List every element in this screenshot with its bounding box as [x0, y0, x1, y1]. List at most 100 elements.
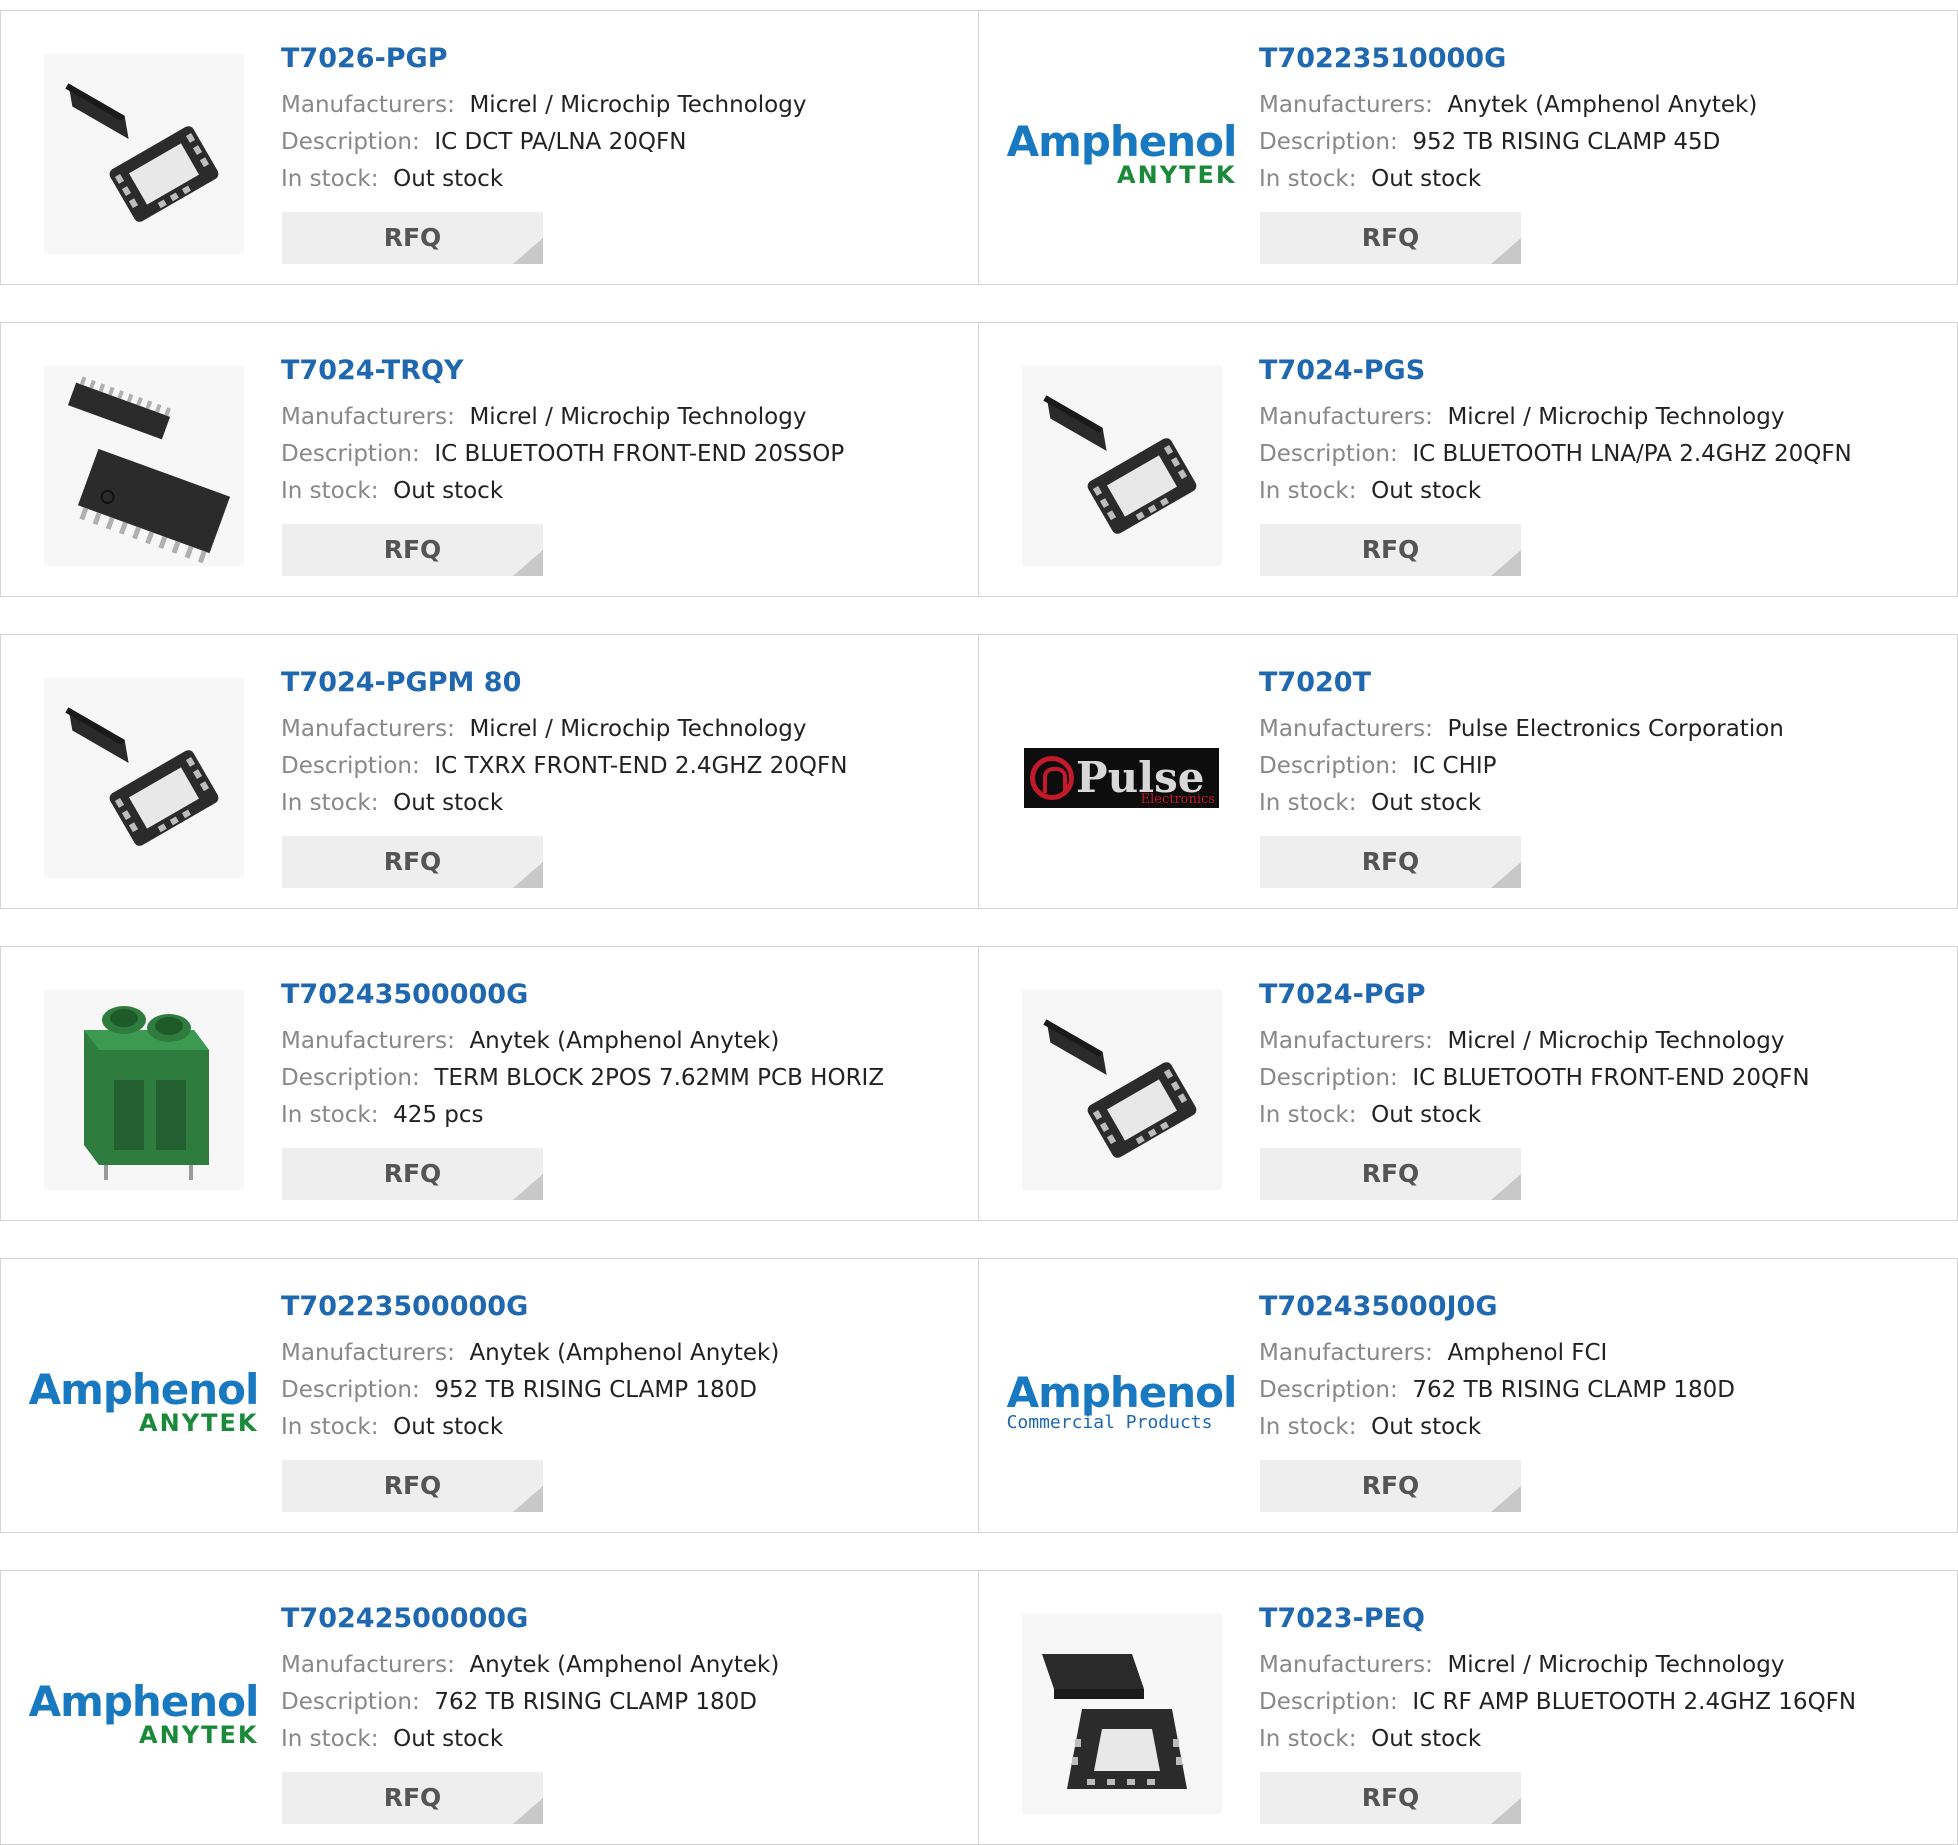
product-info: T70223500000G Manufacturers: Anytek (Amph…: [281, 1289, 958, 1446]
description-label: Description:: [1259, 441, 1398, 467]
stock-status-line: In stock: Out stock: [281, 473, 958, 510]
rfq-button[interactable]: RFQ: [1260, 1148, 1521, 1200]
rfq-button[interactable]: RFQ: [282, 836, 543, 888]
rfq-button[interactable]: RFQ: [282, 212, 543, 264]
qfn16-chip-image[interactable]: [1019, 1611, 1224, 1816]
rfq-button[interactable]: RFQ: [1260, 1460, 1521, 1512]
manufacturer-line: Manufacturers: Amphenol FCI: [1259, 1335, 1937, 1372]
part-number-link[interactable]: T70223510000G: [1259, 41, 1937, 77]
stock-status-label: In stock:: [1259, 478, 1357, 504]
amphenol-commercial-logo[interactable]: Amphenol Commercial Products: [1007, 1299, 1238, 1504]
description-line: Description: IC BLUETOOTH LNA/PA 2.4GHZ …: [1259, 436, 1937, 473]
description-line: Description: 952 TB RISING CLAMP 45D: [1259, 124, 1937, 161]
qfn-chip-image[interactable]: [1019, 363, 1224, 568]
rfq-button[interactable]: RFQ: [282, 1148, 543, 1200]
description-line: Description: IC CHIP: [1259, 748, 1937, 785]
description-value: TERM BLOCK 2POS 7.62MM PCB HORIZ: [434, 1065, 885, 1091]
description-value: IC CHIP: [1412, 753, 1497, 779]
ssop-chip-image[interactable]: [41, 363, 246, 568]
product-info: T7026-PGP Manufacturers: Micrel / Microch…: [281, 41, 958, 198]
description-value: IC BLUETOOTH FRONT-END 20QFN: [1412, 1065, 1810, 1091]
part-number-link[interactable]: T70243500000G: [281, 977, 958, 1013]
description-label: Description:: [281, 441, 420, 467]
manufacturer-value: Anytek (Amphenol Anytek): [1447, 92, 1758, 118]
stock-status-label: In stock:: [1259, 1414, 1357, 1440]
description-line: Description: IC TXRX FRONT-END 2.4GHZ 20…: [281, 748, 958, 785]
part-number-link[interactable]: T7024-TRQY: [281, 353, 958, 389]
qfn-chip-image[interactable]: [41, 51, 246, 256]
description-label: Description:: [1259, 753, 1398, 779]
manufacturer-label: Manufacturers:: [281, 1652, 455, 1678]
logo-subtext: ANYTEK: [139, 1720, 259, 1749]
description-value: IC TXRX FRONT-END 2.4GHZ 20QFN: [434, 753, 848, 779]
stock-status-line: In stock: Out stock: [1259, 1409, 1937, 1446]
product-card: T7024-PGP Manufacturers: Micrel / Microch…: [978, 946, 1958, 1221]
description-label: Description:: [281, 753, 420, 779]
amphenol-anytek-logo[interactable]: Amphenol ANYTEK: [1007, 51, 1238, 256]
rfq-label: RFQ: [1361, 847, 1420, 876]
corner-triangle-icon: [1491, 550, 1521, 576]
stock-status-label: In stock:: [1259, 1726, 1357, 1752]
corner-triangle-icon: [513, 862, 543, 888]
amphenol-anytek-logo[interactable]: Amphenol ANYTEK: [29, 1299, 260, 1504]
product-card: T7024-TRQY Manufacturers: Micrel / Microc…: [0, 322, 979, 597]
description-line: Description: IC BLUETOOTH FRONT-END 20QF…: [1259, 1060, 1937, 1097]
rfq-button[interactable]: RFQ: [1260, 836, 1521, 888]
part-number-link[interactable]: T70223500000G: [281, 1289, 958, 1325]
description-line: Description: TERM BLOCK 2POS 7.62MM PCB …: [281, 1060, 958, 1097]
product-info: T702435000J0G Manufacturers: Amphenol FCI…: [1259, 1289, 1937, 1446]
product-info: T7024-PGPM 80 Manufacturers: Micrel / Mic…: [281, 665, 958, 822]
terminal-block-image[interactable]: [41, 987, 246, 1192]
pulse-electronics-logo[interactable]: Pulse Electronics: [1019, 675, 1224, 880]
product-row: T7024-PGPM 80 Manufacturers: Micrel / Mic…: [0, 634, 1958, 909]
manufacturer-value: Micrel / Microchip Technology: [469, 716, 807, 742]
manufacturer-label: Manufacturers:: [281, 1340, 455, 1366]
manufacturer-label: Manufacturers:: [1259, 716, 1433, 742]
product-card: T7023-PEQ Manufacturers: Micrel / Microch…: [978, 1570, 1958, 1845]
part-number-link[interactable]: T7024-PGS: [1259, 353, 1937, 389]
product-row: Amphenol ANYTEK T70223500000G Manufacturers…: [0, 1258, 1958, 1533]
stock-status-label: In stock:: [281, 790, 379, 816]
logo-subtext: ANYTEK: [1117, 160, 1237, 189]
part-number-link[interactable]: T7020T: [1259, 665, 1937, 701]
stock-status-line: In stock: Out stock: [1259, 1721, 1937, 1758]
rfq-button[interactable]: RFQ: [282, 1772, 543, 1824]
part-number-link[interactable]: T7023-PEQ: [1259, 1601, 1937, 1637]
qfn-chip-image[interactable]: [41, 675, 246, 880]
rfq-label: RFQ: [383, 1783, 442, 1812]
manufacturer-label: Manufacturers:: [1259, 1652, 1433, 1678]
stock-status-line: In stock: Out stock: [281, 1721, 958, 1758]
product-row: Amphenol ANYTEK T70242500000G Manufacturers…: [0, 1570, 1958, 1845]
part-number-link[interactable]: T7026-PGP: [281, 41, 958, 77]
product-card: T7024-PGPM 80 Manufacturers: Micrel / Mic…: [0, 634, 979, 909]
manufacturer-value: Micrel / Microchip Technology: [1447, 404, 1785, 430]
part-number-link[interactable]: T7024-PGP: [1259, 977, 1937, 1013]
stock-status-line: In stock: Out stock: [281, 785, 958, 822]
part-number-link[interactable]: T702435000J0G: [1259, 1289, 1937, 1325]
product-card: Pulse Electronics T7020T Manufacturers: Pul…: [978, 634, 1958, 909]
qfn-chip-image[interactable]: [1019, 987, 1224, 1192]
rfq-label: RFQ: [383, 223, 442, 252]
product-row: T70243500000G Manufacturers: Anytek (Amph…: [0, 946, 1958, 1221]
rfq-button[interactable]: RFQ: [282, 1460, 543, 1512]
stock-status-label: In stock:: [1259, 790, 1357, 816]
amphenol-anytek-logo[interactable]: Amphenol ANYTEK: [29, 1611, 260, 1816]
rfq-button[interactable]: RFQ: [282, 524, 543, 576]
stock-status-line: In stock: Out stock: [1259, 785, 1937, 822]
part-number-link[interactable]: T7024-PGPM 80: [281, 665, 958, 701]
rfq-button[interactable]: RFQ: [1260, 1772, 1521, 1824]
rfq-label: RFQ: [1361, 1783, 1420, 1812]
description-label: Description:: [281, 1065, 420, 1091]
product-card: Amphenol ANYTEK T70223500000G Manufacturers…: [0, 1258, 979, 1533]
description-value: IC BLUETOOTH LNA/PA 2.4GHZ 20QFN: [1412, 441, 1852, 467]
rfq-button[interactable]: RFQ: [1260, 212, 1521, 264]
pulse-mark-icon: [1030, 755, 1074, 800]
product-info: T7020T Manufacturers: Pulse Electronics C…: [1259, 665, 1937, 822]
rfq-button[interactable]: RFQ: [1260, 524, 1521, 576]
part-number-link[interactable]: T70242500000G: [281, 1601, 958, 1637]
product-info: T70243500000G Manufacturers: Anytek (Amph…: [281, 977, 958, 1134]
manufacturer-value: Amphenol FCI: [1447, 1340, 1608, 1366]
rfq-label: RFQ: [1361, 1471, 1420, 1500]
stock-status-value: Out stock: [1371, 166, 1482, 192]
stock-status-label: In stock:: [1259, 166, 1357, 192]
